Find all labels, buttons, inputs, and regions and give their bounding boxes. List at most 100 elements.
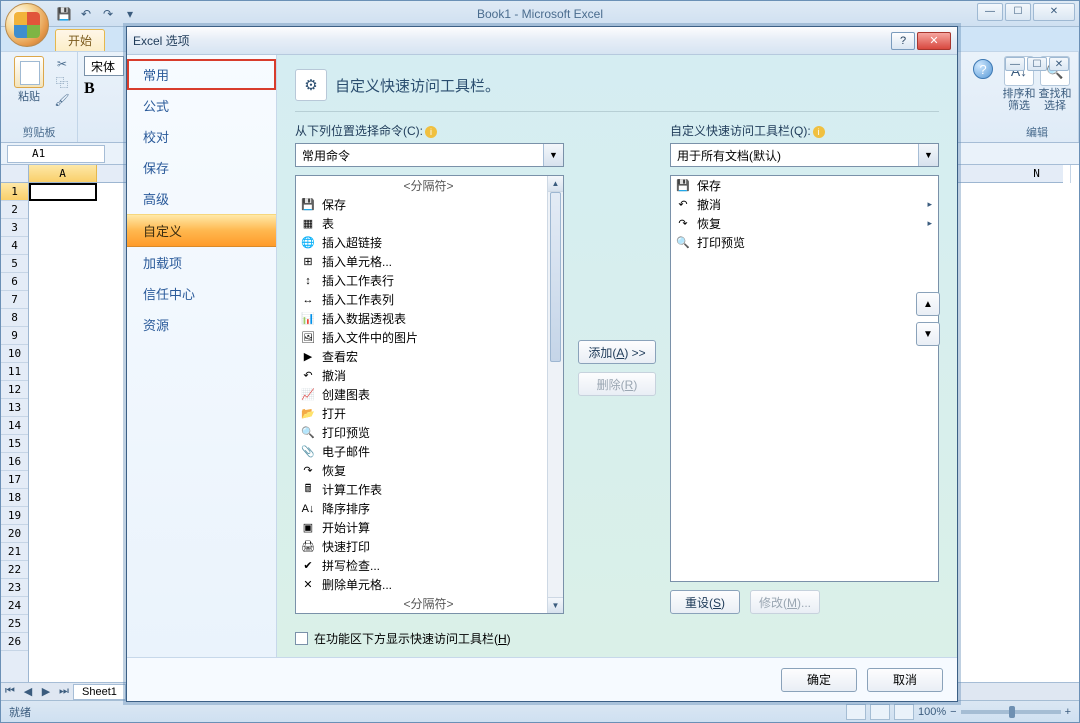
view-normal[interactable]: [846, 704, 866, 720]
row-header[interactable]: 23: [1, 579, 28, 597]
list-item[interactable]: ↶撤消▸: [671, 195, 938, 214]
list-separator[interactable]: <分隔符>: [296, 594, 563, 613]
workbook-restore[interactable]: ☐: [1027, 57, 1047, 71]
row-header[interactable]: 1: [1, 183, 28, 201]
list-item[interactable]: 💾保存: [671, 176, 938, 195]
list-item[interactable]: 📈创建图表: [296, 385, 563, 404]
active-cell[interactable]: [29, 183, 97, 201]
list-item[interactable]: 🔍打印预览: [671, 233, 938, 252]
paste-button[interactable]: 粘贴: [7, 56, 51, 116]
info-icon[interactable]: i: [425, 126, 437, 138]
qat-redo-icon[interactable]: ↷: [99, 5, 117, 23]
row-header[interactable]: 8: [1, 309, 28, 327]
reset-button[interactable]: 重设(S): [670, 590, 740, 614]
row-header[interactable]: 7: [1, 291, 28, 309]
ok-button[interactable]: 确定: [781, 668, 857, 692]
tab-home[interactable]: 开始: [55, 29, 105, 51]
list-item[interactable]: A↓降序排序: [296, 499, 563, 518]
office-button[interactable]: [5, 3, 49, 47]
list-item[interactable]: 🖩计算工作表: [296, 480, 563, 499]
row-header[interactable]: 18: [1, 489, 28, 507]
list-item[interactable]: ↶撤消▸: [296, 366, 563, 385]
list-item[interactable]: ▶查看宏: [296, 347, 563, 366]
nav-item[interactable]: 保存: [127, 152, 276, 183]
row-header[interactable]: 15: [1, 435, 28, 453]
commands-listbox[interactable]: <分隔符>💾保存▦表🌐插入超链接⊞插入单元格...↕插入工作表行↔插入工作表列📊…: [295, 175, 564, 614]
list-item[interactable]: 🔍打印预览: [296, 423, 563, 442]
row-header[interactable]: 20: [1, 525, 28, 543]
row-header[interactable]: 11: [1, 363, 28, 381]
remove-button[interactable]: 删除(R): [578, 372, 656, 396]
help-button[interactable]: ?: [973, 59, 993, 79]
choose-commands-combo[interactable]: 常用命令 ▼: [295, 143, 564, 167]
dialog-help-button[interactable]: ?: [891, 32, 915, 50]
maximize-button[interactable]: ☐: [1005, 3, 1031, 21]
list-item[interactable]: 🌐插入超链接: [296, 233, 563, 252]
nav-item[interactable]: 信任中心: [127, 278, 276, 309]
format-painter-icon[interactable]: 🖌: [53, 92, 71, 108]
row-header[interactable]: 16: [1, 453, 28, 471]
row-header[interactable]: 10: [1, 345, 28, 363]
list-item[interactable]: ⊞插入单元格...: [296, 252, 563, 271]
zoom-in[interactable]: +: [1065, 706, 1071, 718]
list-item[interactable]: ✕删除单元格...: [296, 575, 563, 594]
sheet-tab[interactable]: Sheet1: [73, 684, 126, 700]
zoom-slider[interactable]: [961, 710, 1061, 714]
info-icon[interactable]: i: [813, 126, 825, 138]
list-item[interactable]: ▦表: [296, 214, 563, 233]
list-item[interactable]: ↷恢复▸: [296, 461, 563, 480]
nav-item[interactable]: 加载项: [127, 247, 276, 278]
row-header[interactable]: 24: [1, 597, 28, 615]
list-item[interactable]: 🖨快速打印: [296, 537, 563, 556]
nav-item[interactable]: 资源: [127, 309, 276, 340]
row-header[interactable]: 5: [1, 255, 28, 273]
view-break[interactable]: [894, 704, 914, 720]
view-layout[interactable]: [870, 704, 890, 720]
list-item[interactable]: 💾保存: [296, 195, 563, 214]
row-header[interactable]: 12: [1, 381, 28, 399]
dialog-close-button[interactable]: ✕: [917, 32, 951, 50]
list-item[interactable]: 📎电子邮件: [296, 442, 563, 461]
cut-icon[interactable]: ✂: [53, 56, 71, 72]
sheet-nav-next[interactable]: ▶: [37, 685, 55, 698]
row-header[interactable]: 26: [1, 633, 28, 651]
row-header[interactable]: 3: [1, 219, 28, 237]
workbook-minimize[interactable]: —: [1005, 57, 1025, 71]
list-item[interactable]: ✔拼写检查...: [296, 556, 563, 575]
list-item[interactable]: 📂打开: [296, 404, 563, 423]
qat-save-icon[interactable]: 💾: [55, 5, 73, 23]
row-header[interactable]: 6: [1, 273, 28, 291]
sheet-nav-first[interactable]: ⏮: [1, 685, 19, 698]
sheet-nav-prev[interactable]: ◀: [19, 685, 37, 698]
font-family-combo[interactable]: 宋体: [84, 56, 124, 76]
customize-qat-combo[interactable]: 用于所有文档(默认) ▼: [670, 143, 939, 167]
row-header[interactable]: 22: [1, 561, 28, 579]
bold-button[interactable]: B: [84, 80, 95, 98]
list-item[interactable]: 🖼插入文件中的图片: [296, 328, 563, 347]
move-up-button[interactable]: ▲: [916, 292, 940, 316]
nav-item[interactable]: 自定义: [127, 214, 276, 247]
modify-button[interactable]: 修改(M)...: [750, 590, 820, 614]
show-below-checkbox[interactable]: [295, 632, 308, 645]
qat-customize-icon[interactable]: ▾: [121, 5, 139, 23]
row-header[interactable]: 25: [1, 615, 28, 633]
row-header[interactable]: 9: [1, 327, 28, 345]
scroll-up[interactable]: ▲: [548, 176, 563, 192]
row-header[interactable]: 4: [1, 237, 28, 255]
qat-listbox[interactable]: 💾保存↶撤消▸↷恢复▸🔍打印预览: [670, 175, 939, 582]
cancel-button[interactable]: 取消: [867, 668, 943, 692]
list-item[interactable]: ↕插入工作表行: [296, 271, 563, 290]
nav-item[interactable]: 公式: [127, 90, 276, 121]
copy-icon[interactable]: ⿻: [53, 74, 71, 90]
sheet-nav-last[interactable]: ⏭: [55, 685, 73, 698]
nav-item[interactable]: 校对: [127, 121, 276, 152]
scroll-thumb[interactable]: [550, 192, 561, 362]
list-item[interactable]: ↔插入工作表列: [296, 290, 563, 309]
list-item[interactable]: ↷恢复▸: [671, 214, 938, 233]
list-separator[interactable]: <分隔符>: [296, 176, 563, 195]
add-button[interactable]: 添加(A) >>: [578, 340, 656, 364]
workbook-close[interactable]: ✕: [1049, 57, 1069, 71]
move-down-button[interactable]: ▼: [916, 322, 940, 346]
qat-undo-icon[interactable]: ↶: [77, 5, 95, 23]
row-header[interactable]: 21: [1, 543, 28, 561]
